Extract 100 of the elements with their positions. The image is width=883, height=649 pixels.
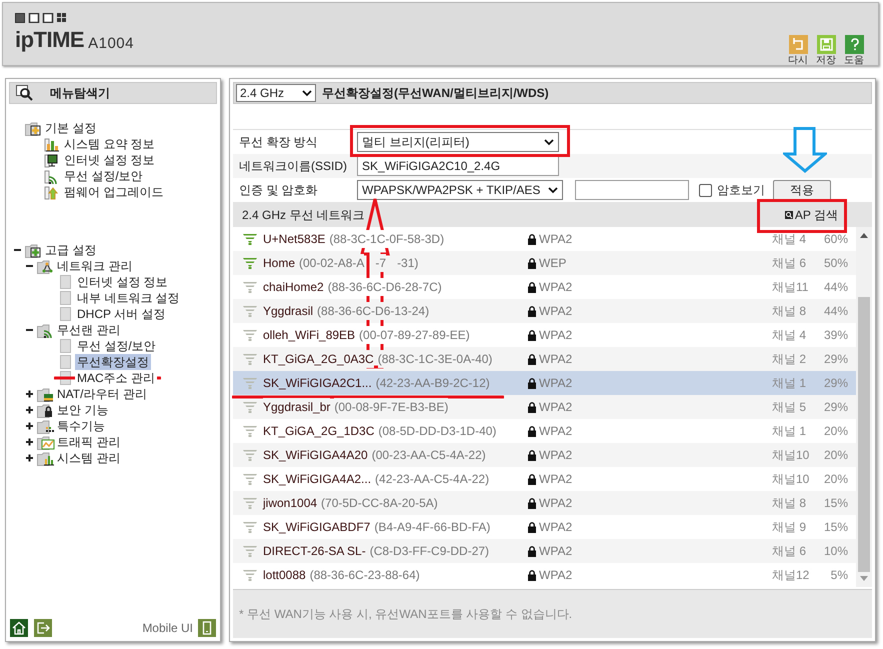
- mode-select[interactable]: 멀티 브리지(리피터): [357, 132, 559, 152]
- lock-icon: [528, 282, 536, 292]
- bssid-text: (00-08-9F-7E-B3-BE): [334, 398, 448, 416]
- folder-icon: [25, 120, 43, 136]
- lock-icon: [528, 426, 536, 436]
- signal-percent: 44%: [822, 279, 848, 296]
- search-icon: [16, 85, 34, 101]
- lock-icon: [528, 570, 536, 580]
- security-text: WPA2: [539, 351, 574, 368]
- menu-group-label[interactable]: 특수기능: [57, 417, 105, 435]
- channel-text: 채널11: [772, 279, 810, 296]
- signal-percent: 44%: [822, 303, 848, 320]
- expand-icon[interactable]: [24, 454, 34, 462]
- apply-button[interactable]: 적용: [773, 180, 831, 200]
- expand-icon[interactable]: [24, 390, 34, 398]
- upload-icon: [43, 184, 60, 200]
- floppy-disk-icon: [816, 35, 836, 54]
- wifi-icon: [43, 168, 60, 184]
- channel-text: 채널 4: [772, 327, 808, 344]
- security-text: WPA2: [539, 375, 574, 392]
- field-label: 네트워크이름(SSID): [239, 158, 348, 175]
- signal-percent: 15%: [822, 519, 848, 536]
- channel-text: 채널 2: [772, 351, 808, 368]
- toolbar-button[interactable]: 저장: [816, 35, 836, 66]
- lock-icon: [528, 498, 536, 508]
- security-text: WPA2: [539, 519, 574, 536]
- channel-text: 채널10: [772, 447, 810, 464]
- channel-text: 채널10: [772, 471, 810, 488]
- network-row[interactable]: Yggdrasil (88-36-6C-D6-13-24) WPA2 채널 8 44%: [233, 299, 856, 323]
- menu-group-label[interactable]: 고급 설정: [45, 241, 96, 259]
- folder-icon: [37, 258, 55, 274]
- page-title: 무선확장설정(무선WAN/멀티브리지/WDS): [322, 85, 549, 102]
- folder-icon: [25, 242, 43, 258]
- mobile-ui-link[interactable]: Mobile UI: [142, 619, 193, 637]
- channel-text: 채널 6: [772, 543, 808, 560]
- phone-icon[interactable]: [198, 619, 216, 637]
- menu-group-label[interactable]: 트래픽 관리: [57, 433, 120, 451]
- network-row[interactable]: SK_WiFiGIGA4A20 (00-23-AA-C5-4A-22) WPA2 채널10 20%: [233, 443, 856, 467]
- menu-item[interactable]: 무선 설정/보안: [75, 338, 158, 354]
- logout-icon[interactable]: [34, 619, 52, 637]
- channel-text: 채널 6: [772, 255, 808, 272]
- band-select[interactable]: 2.4 GHz: [236, 84, 316, 102]
- channel-text: 채널 5: [772, 399, 808, 416]
- menu-group-label[interactable]: NAT/라우터 관리: [57, 385, 147, 403]
- window-controls-icon: [15, 13, 67, 23]
- menu-group-label[interactable]: 기본 설정: [45, 119, 96, 137]
- menu-item[interactable]: 인터넷 설정 정보: [62, 152, 157, 168]
- network-row[interactable]: DIRECT-26-SA SL- (C8-D3-FF-C9-DD-27) WPA2 채널 6 10%: [233, 539, 856, 563]
- menu-item[interactable]: 인터넷 설정 정보: [75, 274, 170, 290]
- network-row[interactable]: SK_WiFiGIGA2C1... (42-23-AA-B9-2C-12) WPA2 채널 1 29%: [233, 371, 856, 395]
- home-icon[interactable]: [10, 619, 28, 637]
- expand-icon[interactable]: [24, 406, 34, 414]
- field-label: 인증 및 암호화: [239, 182, 319, 199]
- expand-icon[interactable]: [24, 422, 34, 430]
- password-field[interactable]: [575, 180, 689, 200]
- collapse-icon[interactable]: [12, 246, 22, 254]
- signal-percent: 29%: [822, 351, 848, 368]
- scrollbar[interactable]: [856, 227, 872, 587]
- help-icon: [844, 35, 864, 54]
- channel-text: 채널 4: [772, 231, 808, 248]
- network-row[interactable]: KT_GiGA_2G_0A3C (88-3C-1C-3E-0A-40) WPA2 채널 2 29%: [233, 347, 856, 371]
- auth-select[interactable]: WPAPSK/WPA2PSK + TKIP/AES: [357, 180, 563, 200]
- page-icon: [59, 354, 73, 370]
- menu-group-label[interactable]: 네트워크 관리: [57, 257, 132, 275]
- collapse-icon[interactable]: [24, 326, 34, 334]
- menu-item[interactable]: 시스템 요약 정보: [62, 136, 157, 152]
- signal-percent: 29%: [822, 399, 848, 416]
- footer-note: * 무선 WAN기능 사용 시, 유선WAN포트를 사용할 수 없습니다.: [239, 606, 572, 623]
- arrow-down-icon: [860, 576, 868, 581]
- menu-group-label[interactable]: 시스템 관리: [57, 449, 120, 467]
- bssid-text: -7: [375, 254, 386, 272]
- lock-icon: [528, 306, 536, 316]
- channel-text: 채널 1: [772, 375, 808, 392]
- menu-group-label[interactable]: 무선랜 관리: [57, 321, 120, 339]
- menu-item[interactable]: 무선확장설정: [75, 354, 151, 370]
- network-row[interactable]: jiwon1004 (70-5D-CC-8A-20-5A) WPA2 채널 8 15%: [233, 491, 856, 515]
- menu-item[interactable]: 무선 설정/보안: [62, 168, 145, 184]
- menu-group-label[interactable]: 보안 기능: [57, 401, 108, 419]
- field-label: 무선 확장 방식: [239, 134, 319, 151]
- logo: ipTIME: [15, 29, 84, 51]
- scrollbar-thumb[interactable]: [858, 297, 870, 572]
- security-text: WPA2: [539, 423, 574, 440]
- folder-icon: [37, 402, 55, 418]
- ap-scan-button[interactable]: AP 검색: [784, 206, 838, 224]
- chevron-down-icon: [548, 186, 558, 194]
- bssid-text: (88-3C-1C-0F-58-3D): [329, 230, 444, 248]
- security-text: WPA2: [539, 471, 574, 488]
- bssid-text: (88-36-6C-D6-13-24): [317, 302, 430, 320]
- show-password-checkbox[interactable]: [699, 184, 712, 196]
- menu-item[interactable]: 펌웨어 업그레이드: [62, 184, 166, 200]
- toolbar-button[interactable]: 도움: [844, 35, 864, 66]
- toolbar-button[interactable]: 다시: [788, 35, 808, 66]
- collapse-icon[interactable]: [24, 262, 34, 270]
- network-row[interactable]: Yggdrasil_br (00-08-9F-7E-B3-BE) WPA2 채널 5 29%: [233, 395, 856, 419]
- ssid-field[interactable]: SK_WiFiGIGA2C10_2.4G: [357, 156, 559, 176]
- search-icon: [784, 210, 793, 218]
- expand-icon[interactable]: [24, 438, 34, 446]
- security-text: WPA2: [539, 327, 574, 344]
- network-row[interactable]: Home (00-02-A8-A -7 -31) WEP 채널 6 50%: [233, 251, 856, 275]
- monitor-icon: [43, 152, 60, 168]
